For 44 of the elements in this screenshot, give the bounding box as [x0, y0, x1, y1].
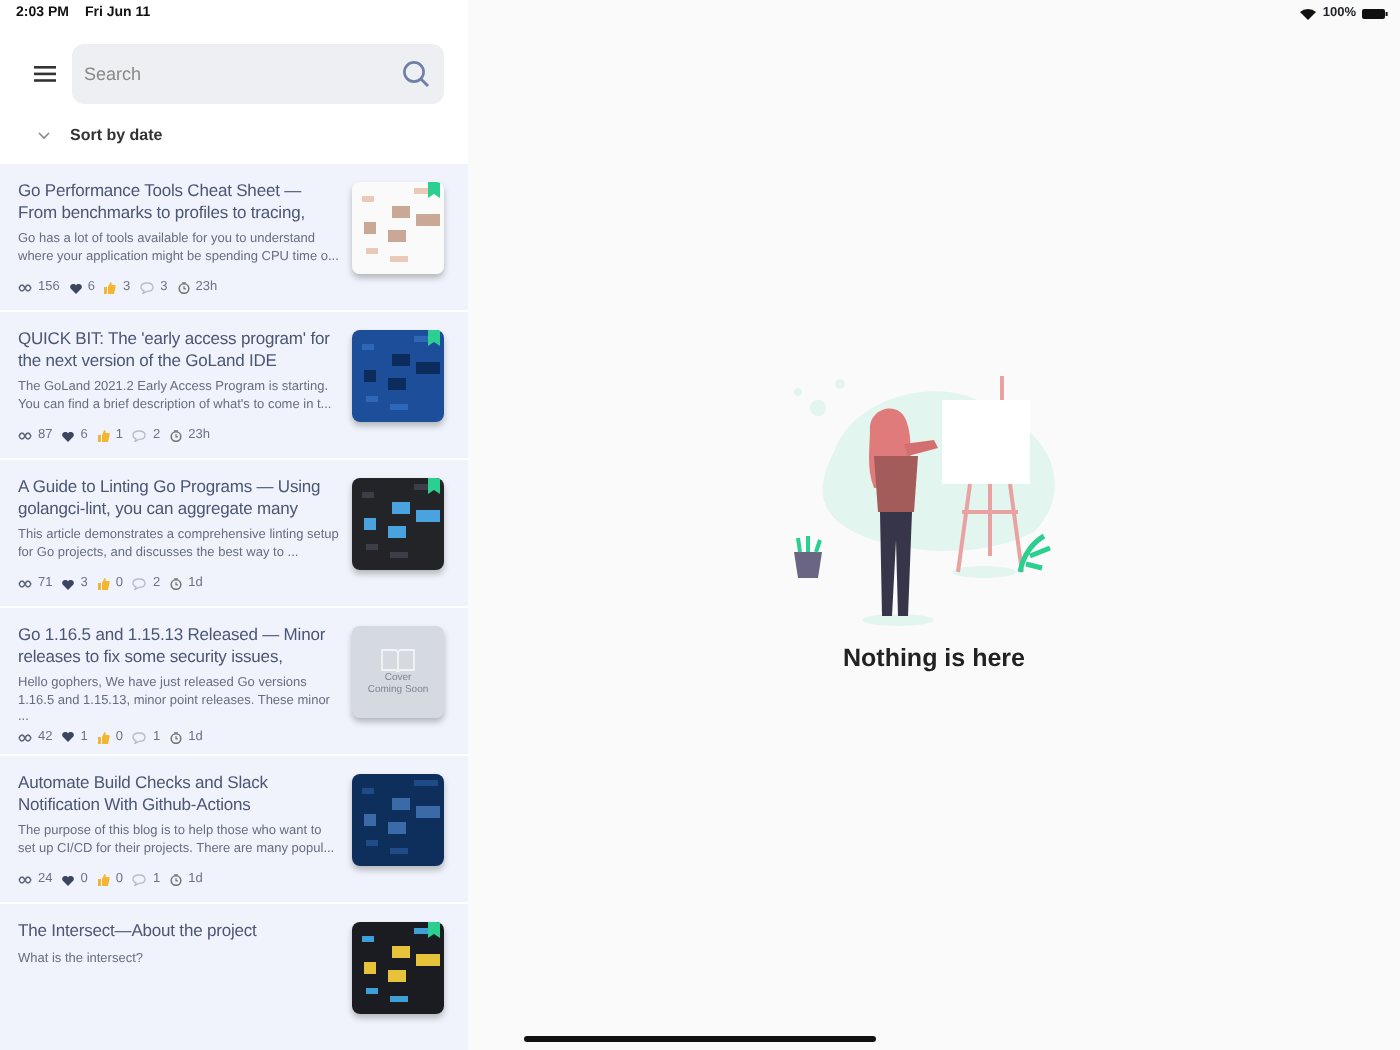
comment-icon	[132, 731, 147, 744]
empty-message: Nothing is here	[843, 642, 1025, 677]
sort-label[interactable]: Sort by date	[70, 124, 163, 148]
menu-icon[interactable]	[34, 66, 56, 82]
bookmark-icon[interactable]	[428, 922, 440, 938]
article-title: Go 1.16.5 and 1.15.13 Released — Minor releases to fix some security issues,	[18, 624, 328, 666]
comment-icon	[132, 578, 147, 591]
thumbs-up-icon	[97, 874, 110, 887]
thumbs-up-icon	[97, 731, 110, 744]
heart-icon	[62, 579, 75, 590]
book-icon	[380, 648, 416, 672]
thumbs-up-icon	[104, 282, 117, 295]
chevron-down-icon[interactable]	[38, 132, 50, 140]
thumbs-up-icon	[97, 430, 110, 443]
comment-icon	[140, 282, 155, 295]
clock-icon	[177, 282, 190, 295]
link-icon	[18, 284, 32, 293]
search-icon[interactable]	[402, 60, 430, 88]
battery-icon	[1362, 7, 1388, 20]
heart-icon	[62, 732, 75, 743]
comment-icon	[132, 874, 147, 887]
clock-icon	[170, 874, 183, 887]
article-card[interactable]	[0, 608, 468, 754]
bookmark-icon[interactable]	[428, 478, 440, 494]
heart-icon	[62, 875, 75, 886]
search-field[interactable]: Search	[72, 44, 444, 104]
comment-icon	[132, 430, 147, 443]
wifi-icon	[1300, 7, 1317, 20]
clock-icon	[170, 731, 183, 744]
link-icon	[18, 580, 32, 589]
heart-icon	[62, 431, 75, 442]
heart-icon	[69, 283, 82, 294]
clock-icon	[170, 578, 183, 591]
article-title: The Intersect—About the project	[18, 920, 259, 941]
clock-icon	[170, 430, 183, 443]
article-title: QUICK BIT: The 'early access program' for the next version of the GoLand IDE	[18, 328, 332, 370]
article-title: A Guide to Linting Go Programs — Using golangci-lint, you can aggregate many	[18, 476, 323, 518]
link-icon	[18, 432, 32, 441]
bookmark-icon[interactable]	[428, 330, 440, 346]
link-icon	[18, 733, 32, 742]
link-icon	[18, 876, 32, 885]
article-title: Automate Build Checks and Slack Notification With Github-Actions	[18, 772, 270, 814]
article-title: Go Performance Tools Cheat Sheet — From benchmarks to profiles to tracing,	[18, 180, 307, 222]
thumbs-up-icon	[97, 578, 110, 591]
